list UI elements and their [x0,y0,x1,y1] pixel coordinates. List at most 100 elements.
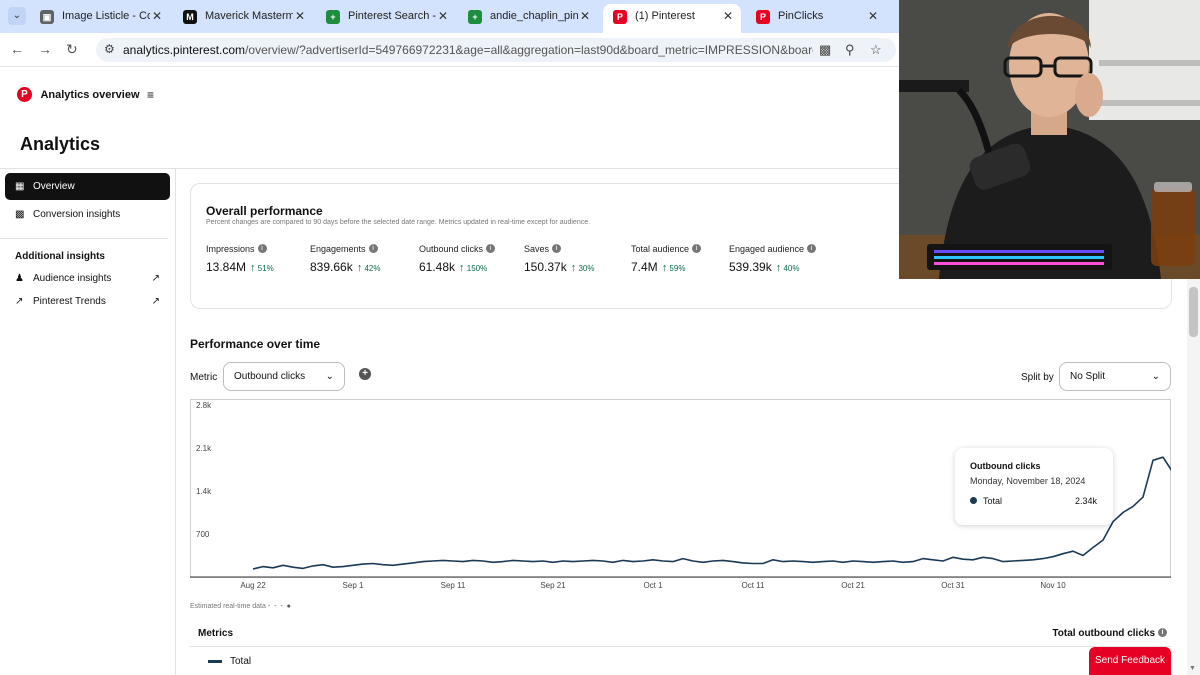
kpi-label-text: Engagements [310,244,366,254]
info-icon[interactable]: i [368,244,378,253]
kpi-change-text: 42% [364,264,381,273]
info-icon[interactable]: i [807,244,817,253]
bookmark-star-icon[interactable]: ☆ [870,42,882,58]
url-field[interactable]: ⚙ analytics.pinterest.com/overview/?adve… [96,38,896,62]
tab-favicon-icon: + [326,9,340,24]
info-icon[interactable]: i [1158,628,1167,637]
kpi-label-text: Total audience [631,244,690,254]
tab-label: Maverick Mastermind [205,10,293,22]
kpi-change: ↑ 150% [459,262,488,274]
kpi-label-text: Outbound clicks [419,244,484,254]
close-icon[interactable]: ✕ [723,4,733,29]
tooltip-date: Monday, November 18, 2024 [970,476,1086,486]
chart-icon: ▩ [15,209,25,220]
browser-tab[interactable]: M Maverick Mastermind✕ [173,4,313,29]
dotted-line-icon: - - - ● [267,603,292,610]
info-icon[interactable]: i [552,244,562,253]
x-tick-label: Sep 11 [441,581,466,590]
install-app-icon[interactable]: ▩ [819,42,831,58]
kpi-value-text: 839.66k [310,260,353,274]
site-info-icon[interactable]: ⚙ [104,42,115,56]
webcam-overlay [899,0,1200,279]
sidebar-item-label: Pinterest Trends [33,296,106,307]
info-icon[interactable]: i [692,244,702,253]
kpi-label: Outbound clicks i [419,244,496,254]
metrics-table-header: Metrics Total outbound clicks i [190,625,1171,647]
kpi-label: Engaged audience i [729,244,817,254]
sidebar-divider [0,238,168,239]
sidebar-item-pinterest-trends[interactable]: ↗ Pinterest Trends ↗ [5,288,170,315]
sidebar-item-label: Audience insights [33,273,112,284]
address-bar: ← → ↻ ⚙ analytics.pinterest.com/overview… [0,33,900,67]
browser-tab[interactable]: + Pinterest Search - ch✕ [316,4,456,29]
chart-tooltip: Outbound clicks Monday, November 18, 202… [955,448,1113,525]
arrow-up-icon: ↑ [661,262,668,274]
split-by-select[interactable]: No Split ⌄ [1059,362,1171,391]
tab-favicon-icon: ▣ [40,9,54,24]
info-icon[interactable]: i [486,244,496,253]
kpi-value: 7.4M ↑ 59% [631,260,701,274]
kpi-label: Engagements i [310,244,380,254]
info-icon[interactable]: i [257,244,267,253]
kpi-item: Impressions i 13.84M ↑ 51% [206,244,274,274]
browser-tab[interactable]: P (1) Pinterest ✕ [603,4,741,33]
kpi-item: Total audience i 7.4M ↑ 59% [631,244,702,274]
kpi-change-text: 150% [466,264,488,273]
split-select-value: No Split [1070,371,1106,382]
add-metric-button[interactable]: + [359,368,371,380]
kpi-value: 13.84M ↑ 51% [206,260,274,274]
arrow-up-icon: ↑ [250,262,256,274]
arrow-up-icon: ↑ [775,262,782,274]
kpi-value: 61.48k ↑ 150% [419,260,495,274]
hamburger-menu-icon[interactable]: ≡ [147,88,154,102]
browser-tab[interactable]: + andie_chaplin_pins_d✕ [458,4,598,29]
url-host: analytics.pinterest.com [123,43,246,57]
send-feedback-button[interactable]: Send Feedback [1089,647,1171,675]
tab-search-icon[interactable]: ⌄ [8,7,26,25]
scroll-down-icon[interactable]: ▼ [1189,665,1196,672]
tab-label: andie_chaplin_pins_d [490,10,578,22]
back-arrow-icon[interactable]: ← [10,41,24,57]
analytics-menu[interactable]: P Analytics overview ≡ [17,86,154,103]
zoom-icon[interactable]: ⚲ [845,42,855,58]
close-icon[interactable]: ✕ [580,4,590,29]
sidebar-item-label: Overview [33,181,75,192]
sidebar-section-title: Additional insights [15,251,105,262]
close-icon[interactable]: ✕ [295,4,305,29]
kpi-value-text: 61.48k [419,260,456,274]
scroll-thumb[interactable] [1189,287,1198,337]
kpi-item: Engagements i 839.66k ↑ 42% [310,244,380,274]
tooltip-series: Total [983,496,1003,506]
kpi-value: 539.39k ↑ 40% [729,260,816,274]
browser-tab[interactable]: P PinClicks ✕ [746,4,886,29]
metric-label: Metric [190,372,218,383]
kpi-item: Outbound clicks i 61.48k ↑ 150% [419,244,496,274]
kpi-value-text: 150.37k [524,260,567,274]
grid-icon: ▦ [15,181,25,192]
sidebar-item-overview[interactable]: ▦ Overview [5,173,170,200]
kpi-value: 839.66k ↑ 42% [310,260,380,274]
metric-select[interactable]: Outbound clicks ⌄ [223,362,345,391]
kpi-value-text: 7.4M [631,260,658,274]
sidebar-item-label: Conversion insights [33,209,121,220]
kpi-value: 150.37k ↑ 30% [524,260,594,274]
kpi-label: Saves i [524,244,594,254]
reload-icon[interactable]: ↻ [66,41,78,58]
y-tick-label: 1.4k [196,487,212,496]
tab-favicon-icon: P [756,9,770,24]
browser-tab[interactable]: ▣ Image Listicle - Cont✕ [30,4,170,29]
arrow-up-icon: ↑ [459,262,465,274]
close-icon[interactable]: ✕ [152,4,162,29]
metric-select-value: Outbound clicks [234,371,306,382]
kpi-change: ↑ 42% [357,262,381,274]
arrow-up-icon: ↑ [570,262,577,274]
y-tick-label: 700 [196,530,210,539]
forward-arrow-icon[interactable]: → [38,41,52,57]
close-icon[interactable]: ✕ [438,4,448,29]
close-icon[interactable]: ✕ [868,4,878,29]
webcam-video [899,0,1200,279]
card-subtitle: Percent changes are compared to 90 days … [206,219,591,226]
x-tick-label: Nov 10 [1040,581,1066,590]
sidebar-item-conversion-insights[interactable]: ▩ Conversion insights [5,201,170,228]
metrics-header-right: Total outbound clicks i [1052,628,1167,639]
